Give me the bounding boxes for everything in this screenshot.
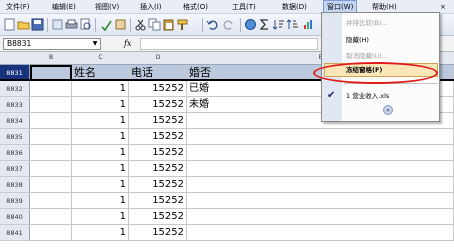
cell-d[interactable]: 15252 [129, 209, 187, 225]
cell-c[interactable]: 1 [72, 145, 129, 161]
cell-c[interactable]: 1 [72, 129, 129, 145]
cell-b[interactable] [30, 177, 72, 193]
menu-item-unhide[interactable]: 取消隐藏(U)... [346, 50, 388, 63]
cell-b[interactable] [30, 129, 72, 145]
hyperlink-icon[interactable] [244, 18, 257, 31]
sort-descending-icon[interactable] [286, 18, 299, 31]
row-header[interactable]: 8839 [0, 193, 30, 209]
column-header-b[interactable]: B [30, 52, 73, 65]
cell-d[interactable]: 15252 [129, 145, 187, 161]
row-header[interactable]: 8835 [0, 129, 30, 145]
cell-e[interactable] [187, 225, 454, 241]
cell-e[interactable] [187, 161, 454, 177]
cell-d[interactable]: 15252 [129, 129, 187, 145]
toolbar-separator [240, 18, 241, 32]
expand-menu-icon[interactable]: » [383, 105, 393, 115]
menu-item-hide[interactable]: 隐藏(H) [346, 34, 369, 47]
cell-b[interactable] [30, 97, 72, 113]
menu-file[interactable]: 文件(F) [6, 1, 30, 13]
name-box-value: B8831 [7, 39, 32, 48]
paste-icon[interactable] [162, 18, 175, 31]
permission-icon[interactable] [51, 18, 64, 31]
column-header-d[interactable]: D [129, 52, 188, 65]
research-icon[interactable] [114, 18, 127, 31]
print-icon[interactable] [65, 18, 78, 31]
copy-icon[interactable] [148, 18, 161, 31]
row-header[interactable]: 8836 [0, 145, 30, 161]
cell-b[interactable] [30, 209, 72, 225]
row-header[interactable]: 8832 [0, 81, 30, 97]
print-preview-icon[interactable] [79, 18, 92, 31]
row-header[interactable]: 8840 [0, 209, 30, 225]
row-header[interactable]: 8841 [0, 225, 30, 241]
cell-c[interactable]: 1 [72, 209, 129, 225]
row-header[interactable]: 8838 [0, 177, 30, 193]
toolbar-separator [202, 18, 203, 32]
cell-b[interactable] [30, 145, 72, 161]
toolbar-separator [130, 18, 131, 32]
menu-tools[interactable]: 工具(T) [232, 1, 256, 13]
cell-b[interactable] [30, 161, 72, 177]
cell-c[interactable]: 1 [72, 113, 129, 129]
cut-icon[interactable] [134, 18, 147, 31]
autosum-icon[interactable] [258, 18, 271, 31]
cell-c[interactable]: 1 [72, 177, 129, 193]
row-header[interactable]: 8834 [0, 113, 30, 129]
toolbar-separator [95, 18, 96, 32]
menu-format[interactable]: 格式(O) [183, 1, 208, 13]
cell-d[interactable]: 15252 [129, 225, 187, 241]
save-icon[interactable] [31, 18, 44, 31]
cell-b[interactable] [30, 225, 72, 241]
menu-insert[interactable]: 插入(I) [140, 1, 162, 13]
cell-c[interactable]: 1 [72, 81, 129, 97]
column-header-c[interactable]: C [72, 52, 130, 65]
cell-c[interactable]: 1 [72, 225, 129, 241]
row-header[interactable]: 8837 [0, 161, 30, 177]
cell-e[interactable] [187, 193, 454, 209]
check-icon: ✔ [327, 90, 336, 101]
cell-c[interactable]: 1 [72, 161, 129, 177]
formula-input[interactable] [140, 38, 318, 50]
annotation-oval [313, 62, 438, 84]
menu-view[interactable]: 视图(V) [95, 1, 119, 13]
spelling-icon[interactable] [100, 18, 113, 31]
cell-e[interactable] [187, 129, 454, 145]
cell-c[interactable]: 1 [72, 97, 129, 113]
cell-b[interactable] [30, 193, 72, 209]
select-all-corner[interactable] [0, 52, 31, 65]
cell-b[interactable] [30, 113, 72, 129]
open-folder-icon[interactable] [17, 18, 30, 31]
menu-item-open-workbook[interactable]: 1 营业收入.xls [346, 90, 389, 103]
menu-edit[interactable]: 编辑(E) [52, 1, 76, 13]
chevron-down-icon[interactable]: ▼ [90, 39, 100, 49]
cell-d[interactable]: 15252 [129, 177, 187, 193]
chart-wizard-icon[interactable] [302, 18, 315, 31]
redo-icon[interactable] [222, 18, 235, 31]
cell-e[interactable] [187, 177, 454, 193]
cell-d[interactable]: 15252 [129, 193, 187, 209]
cell-b[interactable] [30, 81, 72, 97]
undo-icon[interactable] [206, 18, 219, 31]
row-header[interactable]: 8833 [0, 97, 30, 113]
toolbar-separator [47, 18, 48, 32]
cell-d[interactable]: 15252 [129, 161, 187, 177]
new-file-icon[interactable] [3, 18, 16, 31]
menu-item-compare-side-by-side[interactable]: 并排比较(B)... [346, 17, 388, 30]
cell-d[interactable]: 15252 [129, 81, 187, 97]
cell-d[interactable]: 15252 [129, 113, 187, 129]
close-icon[interactable]: × [440, 2, 452, 12]
name-box[interactable]: B8831 ▼ [3, 38, 101, 50]
cell-e[interactable] [187, 209, 454, 225]
cell-d[interactable]: 15252 [129, 97, 187, 113]
sort-ascending-icon[interactable] [272, 18, 285, 31]
cell-c[interactable]: 1 [72, 193, 129, 209]
insert-function-icon[interactable]: fx [124, 38, 138, 50]
format-painter-icon[interactable] [176, 18, 189, 31]
menu-data[interactable]: 数据(D) [282, 1, 307, 13]
cell-e[interactable] [187, 145, 454, 161]
